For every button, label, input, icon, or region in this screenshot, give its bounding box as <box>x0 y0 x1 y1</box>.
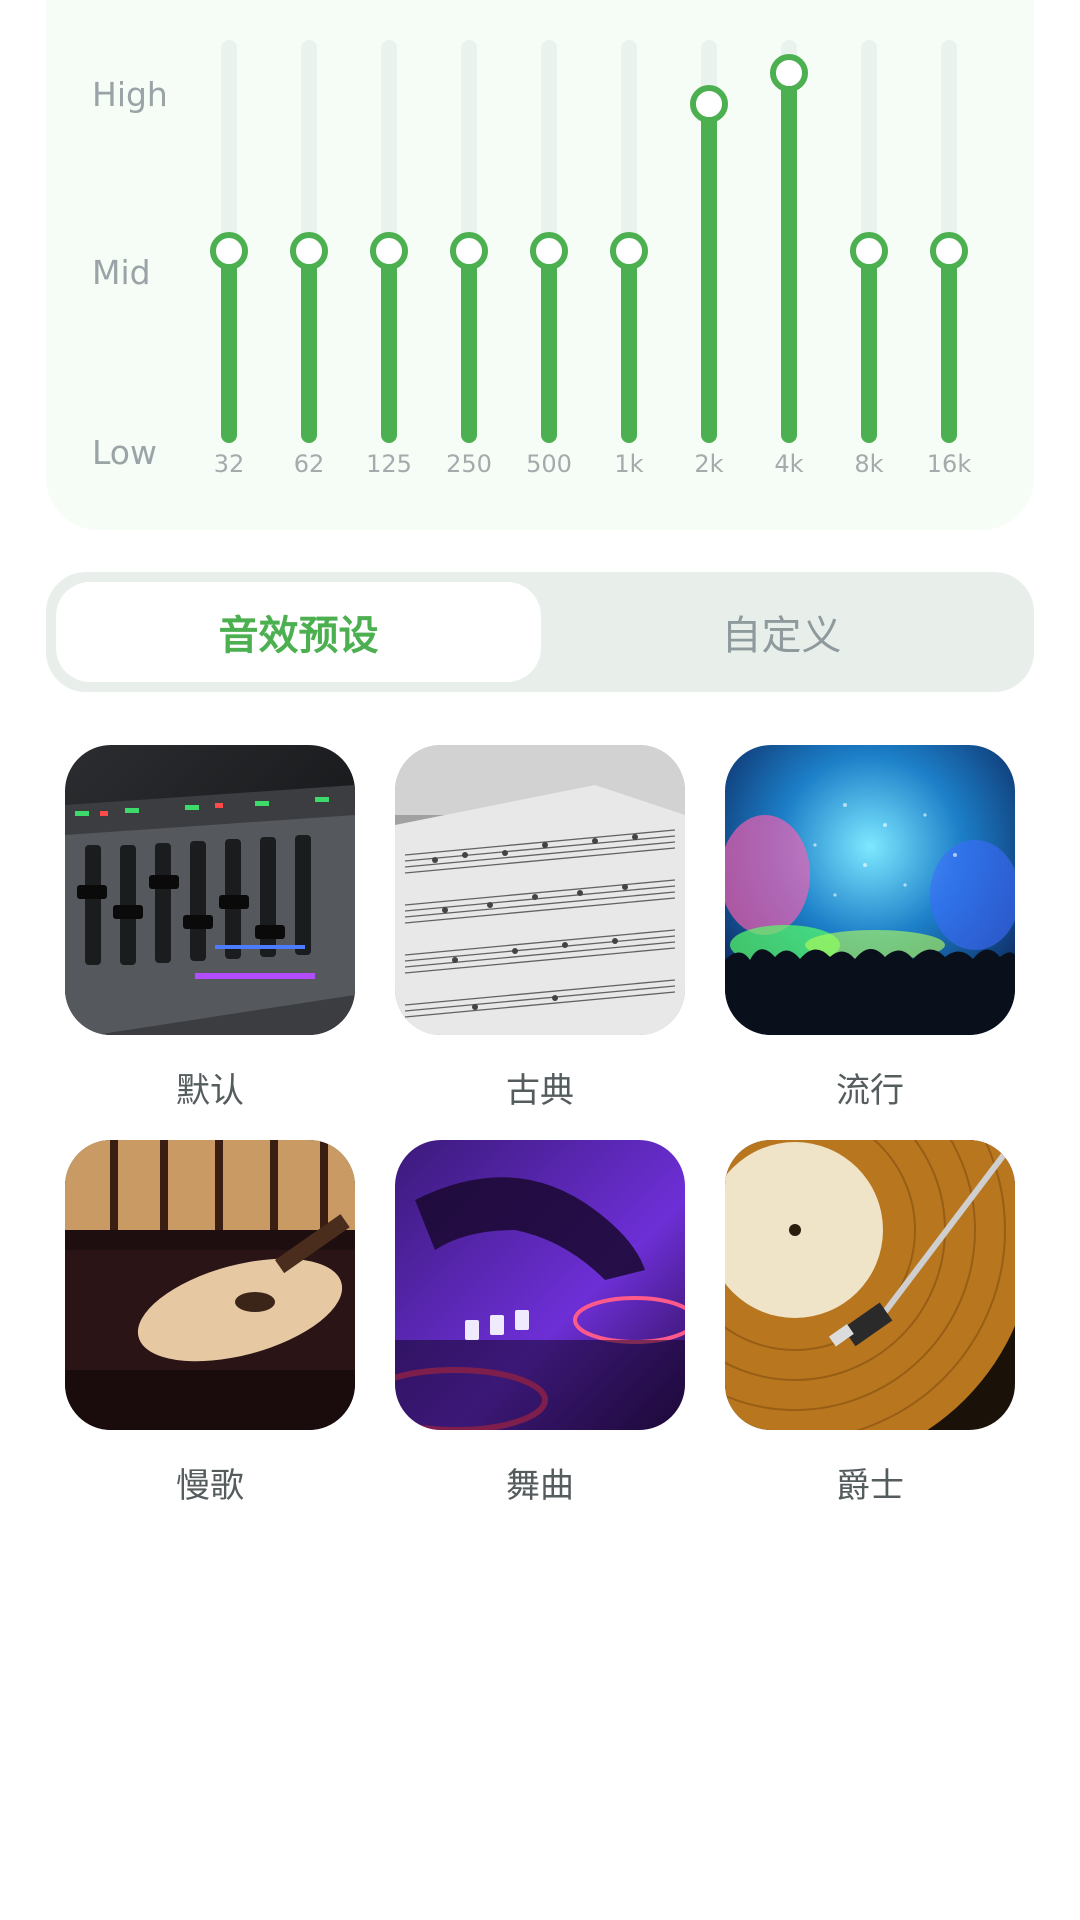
eq-band-500[interactable]: 500 <box>509 40 589 480</box>
eq-band-1k[interactable]: 1k <box>589 40 669 480</box>
acoustic-guitar-image <box>65 1140 355 1430</box>
eq-freq-label: 62 <box>293 450 325 478</box>
level-label-mid: Mid <box>92 253 151 292</box>
eq-band-16k[interactable]: 16k <box>909 40 989 480</box>
eq-band-250[interactable]: 250 <box>429 40 509 480</box>
preset-card-ballad[interactable]: 慢歌 <box>65 1140 355 1506</box>
eq-slider-knob[interactable] <box>290 231 328 270</box>
preset-card-default[interactable]: 默认 <box>65 745 355 1111</box>
preset-label: 古典 <box>506 1071 574 1111</box>
eq-fill <box>461 250 477 443</box>
eq-freq-label: 4k <box>774 450 804 478</box>
eq-fill <box>861 250 877 443</box>
mixing-console-image <box>65 745 355 1035</box>
eq-fill <box>541 250 557 443</box>
eq-freq-label: 8k <box>854 450 884 478</box>
preset-label: 流行 <box>836 1071 904 1111</box>
eq-fill <box>221 250 237 443</box>
preset-card-dance[interactable]: 舞曲 <box>395 1140 685 1506</box>
sheet-music-image <box>395 745 685 1035</box>
eq-freq-label: 2k <box>694 450 724 478</box>
eq-slider-knob[interactable] <box>850 231 888 270</box>
preset-card-jazz[interactable]: 爵士 <box>725 1140 1015 1506</box>
preset-card-classical[interactable]: 古典 <box>395 745 685 1111</box>
eq-fill <box>941 250 957 443</box>
level-label-low: Low <box>92 433 157 472</box>
eq-slider-knob[interactable] <box>210 231 248 270</box>
vinyl-record-image <box>725 1140 1015 1430</box>
eq-slider-knob[interactable] <box>450 231 488 270</box>
concert-crowd-image <box>725 745 1015 1035</box>
preset-mode-segmented-control: 音效预设 自定义 <box>46 572 1034 692</box>
eq-freq-label: 1k <box>614 450 644 478</box>
eq-fill <box>621 250 637 443</box>
eq-band-32[interactable]: 32 <box>189 40 269 480</box>
eq-slider-knob[interactable] <box>530 231 568 270</box>
eq-slider-knob[interactable] <box>930 231 968 270</box>
eq-fill <box>781 73 797 443</box>
eq-slider-knob[interactable] <box>610 231 648 270</box>
eq-slider-knob[interactable] <box>690 85 728 124</box>
eq-slider-knob[interactable] <box>770 54 808 93</box>
tab-sound-presets[interactable]: 音效预设 <box>56 582 541 682</box>
eq-band-8k[interactable]: 8k <box>829 40 909 480</box>
eq-fill <box>701 104 717 443</box>
tab-custom[interactable]: 自定义 <box>539 582 1024 682</box>
eq-freq-label: 16k <box>926 450 972 478</box>
preset-label: 慢歌 <box>176 1466 244 1506</box>
eq-band-125[interactable]: 125 <box>349 40 429 480</box>
eq-freq-label: 250 <box>446 450 492 478</box>
dj-turntable-image <box>395 1140 685 1430</box>
level-label-high: High <box>92 75 168 114</box>
eq-fill <box>301 250 317 443</box>
eq-band-2k[interactable]: 2k <box>669 40 749 480</box>
preset-label: 默认 <box>176 1071 244 1111</box>
equalizer-page: High Mid Low 32 62 125 250 500 1k 2k 4k … <box>0 0 1080 1920</box>
eq-fill <box>381 250 397 443</box>
eq-freq-label: 500 <box>526 450 572 478</box>
preset-label: 爵士 <box>836 1466 904 1506</box>
eq-freq-label: 32 <box>213 450 245 478</box>
preset-card-pop[interactable]: 流行 <box>725 745 1015 1111</box>
preset-label: 舞曲 <box>506 1466 574 1506</box>
eq-slider-knob[interactable] <box>370 231 408 270</box>
eq-freq-label: 125 <box>366 450 412 478</box>
eq-band-4k[interactable]: 4k <box>749 40 829 480</box>
eq-band-62[interactable]: 62 <box>269 40 349 480</box>
